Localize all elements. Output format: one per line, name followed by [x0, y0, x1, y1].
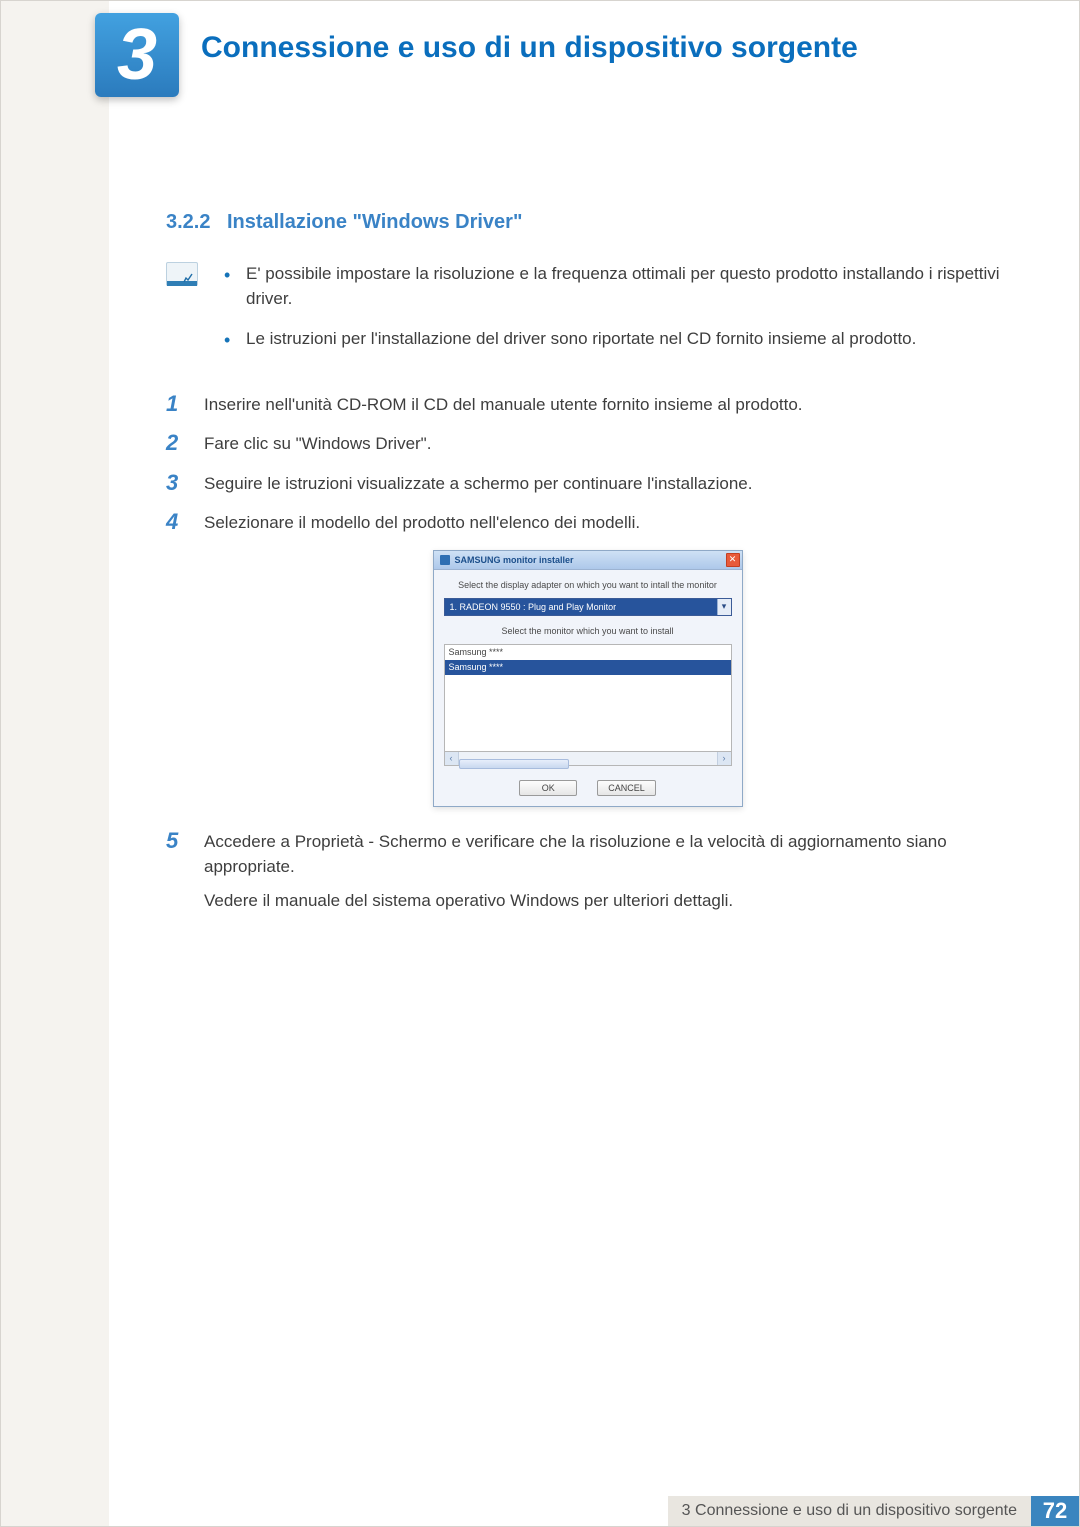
- step-item: 3 Seguire le istruzioni visualizzate a s…: [166, 471, 1009, 497]
- installer-title: SAMSUNG monitor installer: [455, 555, 574, 565]
- step-text: Accedere a Proprietà - Schermo e verific…: [204, 829, 1009, 914]
- button-label: OK: [542, 783, 555, 793]
- installer-titlebar-left: SAMSUNG monitor installer: [440, 555, 574, 565]
- step-text: Seguire le istruzioni visualizzate a sch…: [204, 471, 752, 497]
- monitor-listbox[interactable]: Samsung **** Samsung ****: [444, 644, 732, 752]
- step-item: 1 Inserire nell'unità CD-ROM il CD del m…: [166, 392, 1009, 418]
- app-icon: [440, 555, 450, 565]
- scroll-thumb[interactable]: [459, 759, 569, 769]
- step-main-text: Accedere a Proprietà - Schermo e verific…: [204, 832, 947, 877]
- list-item-text: Samsung ****: [449, 662, 504, 672]
- installer-buttons: OK CANCEL: [444, 780, 732, 796]
- section-title: Installazione "Windows Driver": [227, 211, 523, 233]
- footer-chapter-label: 3 Connessione e uso di un dispositivo so…: [668, 1496, 1031, 1526]
- list-item[interactable]: Samsung ****: [445, 645, 731, 660]
- step-item: 4 Selezionare il modello del prodotto ne…: [166, 510, 1009, 536]
- close-icon[interactable]: ✕: [726, 553, 740, 567]
- monitor-label: Select the monitor which you want to ins…: [444, 626, 732, 636]
- cancel-button[interactable]: CANCEL: [597, 780, 656, 796]
- step-item: 2 Fare clic su "Windows Driver".: [166, 431, 1009, 457]
- content-area: 3.2.2 Installazione "Windows Driver" E' …: [166, 211, 1009, 927]
- note-text: Le istruzioni per l'installazione del dr…: [246, 329, 916, 348]
- scroll-left-icon[interactable]: ‹: [445, 752, 459, 765]
- step-text: Selezionare il modello del prodotto nell…: [204, 510, 640, 536]
- section-heading: 3.2.2 Installazione "Windows Driver": [166, 211, 1009, 234]
- page-number: 72: [1031, 1496, 1079, 1526]
- installer-window: SAMSUNG monitor installer ✕ Select the d…: [433, 550, 743, 807]
- scroll-right-icon[interactable]: ›: [717, 752, 731, 765]
- step-text: Inserire nell'unità CD-ROM il CD del man…: [204, 392, 803, 418]
- step-number: 3: [166, 471, 186, 495]
- chapter-title: Connessione e uso di un dispositivo sorg…: [201, 31, 858, 65]
- note-icon: [166, 262, 198, 286]
- note-text: E' possibile impostare la risoluzione e …: [246, 264, 1000, 308]
- step-item: 5 Accedere a Proprietà - Schermo e verif…: [166, 829, 1009, 914]
- note-item: Le istruzioni per l'installazione del dr…: [218, 327, 1009, 352]
- document-page: 3 Connessione e uso di un dispositivo so…: [0, 0, 1080, 1527]
- note-item: E' possibile impostare la risoluzione e …: [218, 262, 1009, 311]
- steps-list: 1 Inserire nell'unità CD-ROM il CD del m…: [166, 392, 1009, 536]
- adapter-selected: 1. RADEON 9550 : Plug and Play Monitor: [445, 599, 717, 615]
- page-footer: 3 Connessione e uso di un dispositivo so…: [109, 1496, 1079, 1526]
- chapter-badge: 3: [95, 13, 179, 97]
- ok-button[interactable]: OK: [519, 780, 577, 796]
- note-block: E' possibile impostare la risoluzione e …: [166, 262, 1009, 368]
- installer-body: Select the display adapter on which you …: [434, 570, 742, 806]
- left-margin-strip: [1, 1, 109, 1498]
- adapter-label: Select the display adapter on which you …: [444, 580, 732, 590]
- step-number: 1: [166, 392, 186, 416]
- step-text: Fare clic su "Windows Driver".: [204, 431, 431, 457]
- list-item[interactable]: Samsung ****: [445, 660, 731, 675]
- section-number: 3.2.2: [166, 211, 210, 233]
- step-number: 2: [166, 431, 186, 455]
- horizontal-scrollbar[interactable]: ‹ ›: [444, 752, 732, 766]
- step-number: 5: [166, 829, 186, 853]
- list-item-text: Samsung ****: [449, 647, 504, 657]
- step-extra-text: Vedere il manuale del sistema operativo …: [204, 888, 1009, 914]
- step-number: 4: [166, 510, 186, 534]
- chapter-number: 3: [117, 14, 157, 96]
- adapter-dropdown[interactable]: 1. RADEON 9550 : Plug and Play Monitor ▾: [444, 598, 732, 616]
- chevron-down-icon: ▾: [717, 599, 731, 615]
- installer-titlebar: SAMSUNG monitor installer ✕: [434, 551, 742, 570]
- button-label: CANCEL: [608, 783, 645, 793]
- note-bullets: E' possibile impostare la risoluzione e …: [218, 262, 1009, 368]
- steps-list-continued: 5 Accedere a Proprietà - Schermo e verif…: [166, 829, 1009, 914]
